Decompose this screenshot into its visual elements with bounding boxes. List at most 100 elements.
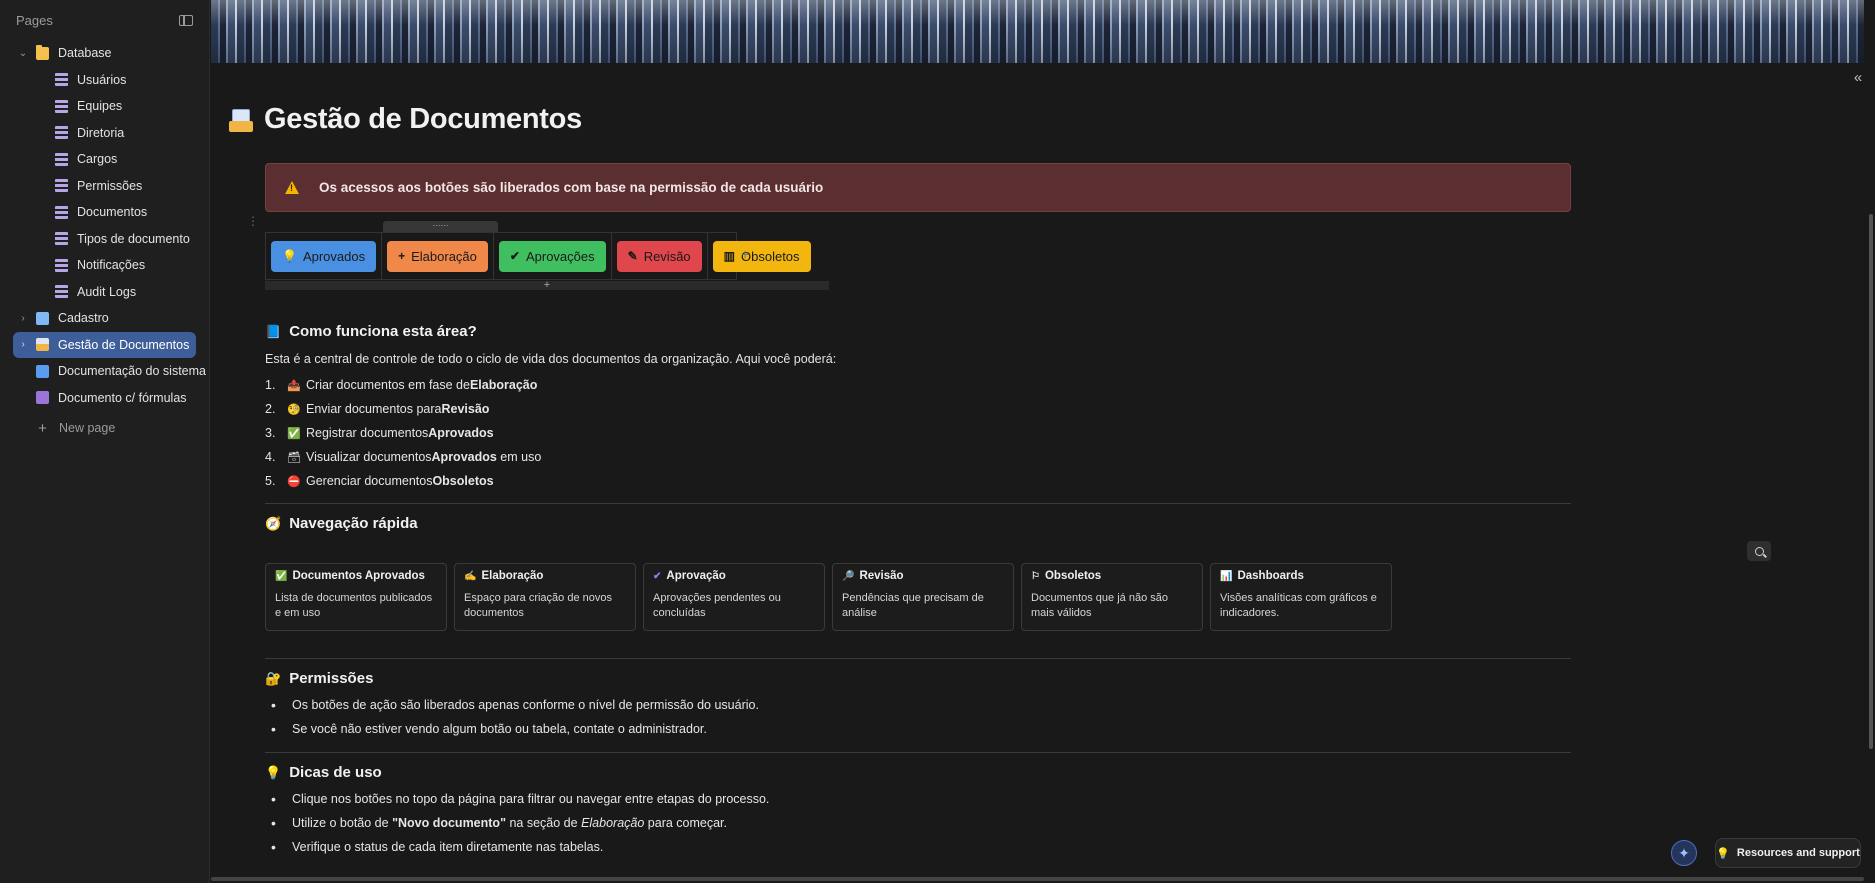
card-description: Documentos que já não são mais válidos <box>1031 592 1168 619</box>
inbox-tray-icon <box>36 338 49 352</box>
new-page-button[interactable]: + New page <box>0 415 209 442</box>
sidebar-item-usuarios[interactable]: Usuários <box>0 67 209 94</box>
chevron-right-icon[interactable]: › <box>18 313 28 324</box>
chevron-down-icon[interactable]: ⌄ <box>18 48 28 59</box>
search-button[interactable] <box>1747 541 1771 561</box>
sidebar-item-diretoria[interactable]: Diretoria <box>0 120 209 147</box>
card-description: Pendências que precisam de análise <box>842 592 984 619</box>
book-icon: 📘 <box>265 323 282 339</box>
inbox-tray-icon[interactable] <box>228 107 254 133</box>
heading-text: Dicas de uso <box>289 764 382 781</box>
sidebar-item-label: Documentação do sistema <box>58 364 206 379</box>
nav-card-documentos-aprovados[interactable]: ✅ Documentos Aprovados Lista de documento… <box>265 563 447 631</box>
page-tree: ⌄ Database Usuários Equipes Diretoria Ca… <box>0 40 209 442</box>
sidebar-toggle-icon[interactable] <box>179 14 193 26</box>
sidebar-item-tipos-de-documento[interactable]: Tipos de documento <box>0 226 209 253</box>
collapse-panel-icon[interactable]: « <box>1847 66 1869 88</box>
nav-card-dashboards[interactable]: 📊 Dashboards Visões analíticas com gráfic… <box>1210 563 1392 631</box>
chevron-right-icon[interactable]: › <box>18 339 28 350</box>
database-icon <box>55 126 68 140</box>
list-item: 4. 🗃 Visualizar documentos Aprovados em us… <box>265 450 542 464</box>
perms-section-heading: 🔐 Permissões <box>265 670 373 687</box>
nav-card-revisao[interactable]: 🔎 Revisão Pendências que precisam de anál… <box>832 563 1014 631</box>
card-description: Espaço para criação de novos documentos <box>464 592 612 619</box>
list-item: Clique nos botões no topo da página para… <box>265 787 769 811</box>
warning-icon <box>285 181 299 194</box>
heading-text: Navegação rápida <box>289 515 418 532</box>
card-description: Lista de documentos publicados e em uso <box>275 592 433 619</box>
sidebar-item-label: Usuários <box>77 72 127 87</box>
horizontal-scrollbar[interactable] <box>211 877 1864 881</box>
sidebar-item-notificacoes[interactable]: Notificações <box>0 252 209 279</box>
button-label: Aprovações <box>525 248 595 264</box>
add-column-icon[interactable]: + <box>741 246 749 262</box>
sidebar-item-documentacao-do-sistema[interactable]: Documentação do sistema <box>0 358 209 385</box>
ai-sparkle-button[interactable]: ✦ <box>1671 840 1697 866</box>
sidebar-item-label: Gestão de Documentos <box>58 337 190 352</box>
card-title: Revisão <box>859 570 904 582</box>
sidebar-item-gestao-de-documentos[interactable]: › Gestão de Documentos <box>13 331 196 358</box>
sidebar-item-cargos[interactable]: Cargos <box>0 146 209 173</box>
sidebar-header: Pages <box>0 0 209 40</box>
list-item: 5. ⛔ Gerenciar documentos Obsoletos <box>265 474 494 488</box>
nav-cards: ✅ Documentos Aprovados Lista de documento… <box>265 563 1392 631</box>
card-title: Aprovação <box>666 570 726 582</box>
magnifier-icon: 🔎 <box>842 570 855 582</box>
elaboracao-button[interactable]: + Elaboração <box>387 240 488 272</box>
list-item: 2. 🧐 Enviar documentos para Revisão <box>265 402 490 416</box>
sidebar-item-label: Database <box>58 46 112 61</box>
card-title: Obsoletos <box>1044 570 1102 582</box>
sidebar-item-audit-logs[interactable]: Audit Logs <box>0 279 209 306</box>
sidebar-item-cadastro[interactable]: › Cadastro <box>0 305 209 332</box>
sidebar-item-permissoes[interactable]: Permissões <box>0 173 209 200</box>
writing-hand-icon: ✍ <box>464 570 477 582</box>
new-page-label: New page <box>59 421 116 436</box>
sidebar-item-label: Documento c/ fórmulas <box>58 390 187 405</box>
vertical-scrollbar[interactable] <box>1869 214 1873 749</box>
compass-icon: 🧭 <box>265 515 282 531</box>
add-row-button[interactable]: + <box>265 280 829 291</box>
perms-list: Os botões de ação são liberados apenas c… <box>265 693 759 741</box>
nav-card-aprovacao[interactable]: ✔ Aprovação Aprovações pendentes ou concl… <box>643 563 825 631</box>
button-label: Revisão <box>643 248 691 264</box>
divider <box>265 503 1571 504</box>
sidebar-item-database[interactable]: ⌄ Database <box>0 40 209 67</box>
no-entry-icon: ⛔ <box>287 475 301 488</box>
aprovacoes-button[interactable]: ✔ Aprovações <box>498 240 606 272</box>
how-list: 1. 📤 Criar documentos em fase de Elaboraçã… <box>265 373 541 493</box>
card-title: Dashboards <box>1237 570 1304 582</box>
sidebar-title: Pages <box>16 12 53 28</box>
sidebar-item-documentos[interactable]: Documentos <box>0 199 209 226</box>
sidebar-item-label: Cadastro <box>58 311 109 326</box>
nav-card-elaboracao[interactable]: ✍ Elaboração Espaço para criação de novos… <box>454 563 636 631</box>
aprovados-button[interactable]: 💡 Aprovados <box>271 240 377 272</box>
heading-text: Como funciona esta área? <box>289 323 477 340</box>
list-item: Os botões de ação são liberados apenas c… <box>265 693 759 717</box>
obsoletos-button[interactable]: ▥ Obsoletos <box>712 240 811 272</box>
button-label: Elaboração <box>411 248 477 264</box>
check-mark-icon: ✅ <box>287 427 301 440</box>
sidebar-item-equipes[interactable]: Equipes <box>0 93 209 120</box>
document-icon <box>36 364 49 378</box>
drag-handle-icon[interactable]: ⋮ <box>247 215 259 227</box>
sidebar-item-label: Permissões <box>77 178 143 193</box>
revisao-button[interactable]: ✎ Revisão <box>616 240 702 272</box>
database-icon <box>55 205 68 219</box>
table-grip-handle[interactable]: ⋯⋯ <box>383 221 498 232</box>
nav-card-obsoletos[interactable]: ⚐ Obsoletos Documentos que já não são mai… <box>1021 563 1203 631</box>
tips-section-heading: 💡 Dicas de uso <box>265 764 382 781</box>
resources-support-button[interactable]: 💡 Resources and support <box>1715 838 1861 868</box>
card-file-box-icon: 🗃 <box>287 451 301 464</box>
check-circle-icon: ✔ <box>509 249 520 263</box>
archive-icon: ▥ <box>723 249 735 263</box>
sidebar-item-documento-formulas[interactable]: Documento c/ fórmulas <box>0 385 209 412</box>
plus-icon: + <box>38 419 47 437</box>
lock-icon: 🔐 <box>265 670 282 686</box>
button-label: Aprovados <box>302 248 366 264</box>
callout-text: Os acessos aos botões são liberados com … <box>319 180 824 195</box>
divider <box>265 658 1571 659</box>
check-mark-icon: ✅ <box>275 570 288 582</box>
monocle-face-icon: 🧐 <box>287 403 301 416</box>
database-icon <box>55 258 68 272</box>
database-icon <box>55 152 68 166</box>
